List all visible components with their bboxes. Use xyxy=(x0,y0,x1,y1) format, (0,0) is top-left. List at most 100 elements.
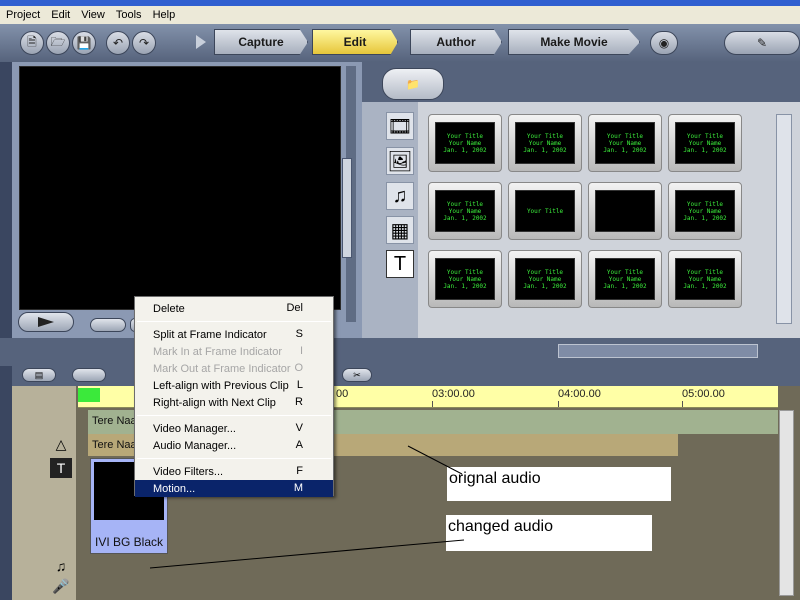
step-author-button[interactable]: Author xyxy=(410,29,502,55)
prev-frame-button[interactable] xyxy=(90,318,126,332)
menu-item-shortcut: A xyxy=(295,439,303,451)
context-menu-item[interactable]: Video Filters... F xyxy=(135,463,333,480)
preview-zoom-slider[interactable] xyxy=(342,158,352,258)
voice-track-icon: 🎤 xyxy=(52,577,70,594)
ruler-tick-label: 04:00.00 xyxy=(558,388,601,400)
menu-separator xyxy=(137,321,331,322)
annotation-changed-audio: changed audio xyxy=(446,515,652,551)
menu-edit[interactable]: Edit xyxy=(51,9,70,21)
timeline-toolbar: ▤ ✂ xyxy=(12,366,800,386)
menu-item-label: Left-align with Previous Clip xyxy=(153,379,289,392)
main-toolbar: 🗎 🗁 💾 ↶ ↷ Capture Edit Author Make Movie… xyxy=(0,24,800,62)
clip-label: IVI BG Black xyxy=(95,535,164,549)
thumbnail-text: Your Title Your Name Jan. 1, 2002 xyxy=(595,258,655,300)
menu-item-label: Delete xyxy=(153,302,185,315)
scissors-icon[interactable]: ✂ xyxy=(342,368,372,382)
library-category-bar: 🎞 🖼 ♫ ▦ T xyxy=(362,102,418,338)
annotation-original-audio: orignal audio xyxy=(447,467,671,501)
tools-icon[interactable]: ✎ xyxy=(724,31,800,55)
playhead-marker[interactable] xyxy=(78,388,100,402)
step-make-movie-button[interactable]: Make Movie xyxy=(508,29,640,55)
title-thumbnail[interactable]: Your Title Your Name Jan. 1, 2002 xyxy=(428,250,502,308)
track-header-column: △ T ♫ 🎤 xyxy=(12,386,76,600)
thumbnail-text: Your Title Your Name Jan. 1, 2002 xyxy=(675,122,735,164)
title-thumbnail[interactable]: Your Title Your Name Jan. 1, 2002 xyxy=(428,114,502,172)
menubar: Project Edit View Tools Help xyxy=(0,6,800,24)
storyboard-view-button[interactable]: ▤ xyxy=(22,368,56,382)
middle-bar xyxy=(0,338,800,366)
play-button[interactable] xyxy=(18,312,74,332)
menu-item-shortcut: V xyxy=(295,422,303,434)
undo-icon[interactable]: ↶ xyxy=(106,31,130,55)
title-thumbnail-grid: Your Title Your Name Jan. 1, 2002 Your T… xyxy=(428,114,768,324)
redo-icon[interactable]: ↷ xyxy=(132,31,156,55)
context-menu-item[interactable]: Video Manager... V xyxy=(135,420,333,437)
menu-separator xyxy=(137,458,331,459)
timeline-scrollbar[interactable] xyxy=(779,410,794,596)
transition-icon[interactable]: ▦ xyxy=(386,216,414,244)
context-menu-item[interactable]: Motion... M xyxy=(135,480,333,497)
music-icon[interactable]: ♫ xyxy=(386,182,414,210)
context-menu-item[interactable]: Audio Manager... A xyxy=(135,437,333,454)
context-menu-item[interactable]: Delete Del xyxy=(135,300,333,317)
step-arrow-icon xyxy=(196,35,206,49)
thumbnail-text: Your Title Your Name Jan. 1, 2002 xyxy=(675,190,735,232)
library-panel: 📁 🎞 🖼 ♫ ▦ T Your Title Your Name Jan. 1,… xyxy=(362,62,800,338)
thumbnail-text: Your Title Your Name Jan. 1, 2002 xyxy=(435,258,495,300)
folder-icon[interactable]: 📁 xyxy=(382,68,444,100)
menu-item-shortcut: R xyxy=(295,396,303,408)
menu-item-label: Mark In at Frame Indicator xyxy=(153,345,282,358)
menu-project[interactable]: Project xyxy=(6,9,40,21)
menu-item-label: Video Manager... xyxy=(153,422,236,435)
save-icon[interactable]: 💾 xyxy=(72,31,96,55)
title-thumbnail[interactable]: Your Title Your Name Jan. 1, 2002 xyxy=(668,250,742,308)
menu-item-shortcut: L xyxy=(296,379,303,391)
step-capture-button[interactable]: Capture xyxy=(214,29,308,55)
info-field xyxy=(558,344,758,358)
menu-item-label: Motion... xyxy=(153,482,196,495)
ruler-tick-label: 05:00.00 xyxy=(682,388,725,400)
video-preview-screen xyxy=(19,66,341,310)
title-thumbnail[interactable]: Your Title Your Name Jan. 1, 2002 xyxy=(668,114,742,172)
menu-item-shortcut: F xyxy=(296,465,303,477)
context-menu-item: Mark In at Frame Indicator I xyxy=(135,343,333,360)
title-icon[interactable]: T xyxy=(386,250,414,278)
disc-icon: ◉ xyxy=(650,31,678,55)
image-icon[interactable]: 🖼 xyxy=(386,147,414,175)
library-scrollbar[interactable] xyxy=(776,114,792,324)
ruler-mark xyxy=(682,401,683,407)
menu-item-shortcut: I xyxy=(299,345,303,357)
menu-item-shortcut: S xyxy=(295,328,303,340)
menu-item-label: Mark Out at Frame Indicator xyxy=(153,362,291,375)
title-thumbnail[interactable]: Your Title Your Name Jan. 1, 2002 xyxy=(508,250,582,308)
title-thumbnail[interactable]: Your Title Your Name Jan. 1, 2002 xyxy=(668,182,742,240)
play-icon xyxy=(38,317,54,327)
menu-view[interactable]: View xyxy=(81,9,105,21)
menu-tools[interactable]: Tools xyxy=(116,9,142,21)
menu-help[interactable]: Help xyxy=(153,9,176,21)
music-track-icon: ♫ xyxy=(55,558,67,574)
title-thumbnail[interactable] xyxy=(588,182,662,240)
menu-item-label: Video Filters... xyxy=(153,465,224,478)
film-icon[interactable]: 🎞 xyxy=(386,112,414,140)
thumbnail-text: Your Title Your Name Jan. 1, 2002 xyxy=(435,190,495,232)
title-thumbnail[interactable]: Your Title Your Name Jan. 1, 2002 xyxy=(588,250,662,308)
context-menu-item[interactable]: Left-align with Previous Clip L xyxy=(135,377,333,394)
new-file-icon[interactable]: 🗎 xyxy=(20,31,44,55)
thumbnail-text: Your Title Your Name Jan. 1, 2002 xyxy=(595,122,655,164)
title-thumbnail[interactable]: Your Title xyxy=(508,182,582,240)
context-menu-item[interactable]: Right-align with Next Clip R xyxy=(135,394,333,411)
title-thumbnail[interactable]: Your Title Your Name Jan. 1, 2002 xyxy=(428,182,502,240)
title-track-icon: T xyxy=(50,458,72,478)
thumbnail-text: Your Title Your Name Jan. 1, 2002 xyxy=(515,122,575,164)
title-thumbnail[interactable]: Your Title Your Name Jan. 1, 2002 xyxy=(508,114,582,172)
thumbnail-text: Your Title Your Name Jan. 1, 2002 xyxy=(435,122,495,164)
menu-item-shortcut: Del xyxy=(286,302,303,314)
timeline-tool-button[interactable] xyxy=(72,368,106,382)
thumbnail-text: Your Title Your Name Jan. 1, 2002 xyxy=(515,258,575,300)
context-menu-item[interactable]: Split at Frame Indicator S xyxy=(135,326,333,343)
step-edit-button[interactable]: Edit xyxy=(312,29,398,55)
open-folder-icon[interactable]: 🗁 xyxy=(46,31,70,55)
title-thumbnail[interactable]: Your Title Your Name Jan. 1, 2002 xyxy=(588,114,662,172)
menu-item-label: Right-align with Next Clip xyxy=(153,396,276,409)
